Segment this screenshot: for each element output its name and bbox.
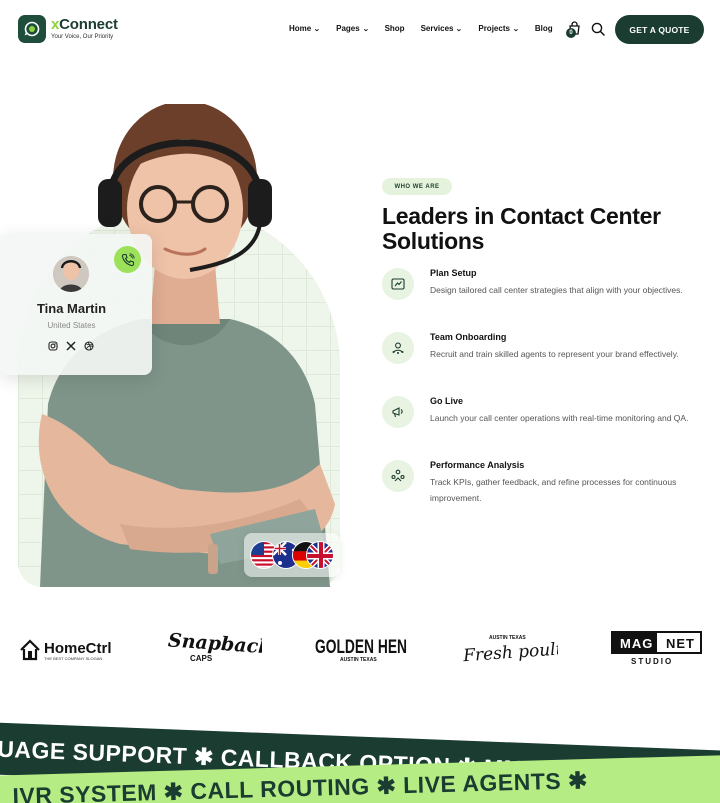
main-nav: Home ⌄ Pages ⌄ Shop Services ⌄ Projects ⌄ Bl… xyxy=(289,24,569,33)
step-description: Design tailored call center strategies t… xyxy=(430,285,683,295)
cart-count-badge: 0 xyxy=(566,28,576,38)
brand-name: GOLDEN HEN xyxy=(315,637,407,658)
analytics-icon xyxy=(382,460,414,492)
nav-blog[interactable]: Blog xyxy=(535,24,553,33)
logo[interactable]: xConnect Your Voice, Our Priority xyxy=(18,15,118,43)
brand-logo-golden-hen[interactable]: GOLDEN HEN AUSTIN TEXAS xyxy=(314,633,410,670)
brand-logo-fresh-poultry[interactable]: AUSTIN TEXAS Fresh poultry xyxy=(462,631,582,672)
call-button[interactable] xyxy=(114,246,141,273)
step-team-onboarding: Team Onboarding Recruit and train skille… xyxy=(382,332,702,372)
search-button[interactable] xyxy=(591,22,605,36)
profile-name: Tina Martin xyxy=(36,301,107,316)
chevron-down-icon: ⌄ xyxy=(455,25,463,33)
brand-slogan: THE BEST COMPANY SLOGAN xyxy=(44,656,102,661)
brand-logo-homectrl[interactable]: HomeCtrl THE BEST COMPANY SLOGAN xyxy=(19,636,112,667)
instagram-icon[interactable] xyxy=(48,341,58,351)
brand-name: Fresh poultry xyxy=(462,638,558,666)
brand-name: Snapback xyxy=(167,629,262,658)
partner-logos: HomeCtrl THE BEST COMPANY SLOGAN Snapbac… xyxy=(0,625,720,675)
brand-top: AUSTIN TEXAS xyxy=(489,635,526,641)
brand-right: NET xyxy=(666,636,695,651)
nav-home[interactable]: Home ⌄ xyxy=(289,24,321,33)
section-tag: WHO WE ARE xyxy=(382,178,452,195)
search-icon xyxy=(591,22,605,36)
step-title: Performance Analysis xyxy=(430,460,525,470)
megaphone-icon xyxy=(382,396,414,428)
section-heading: Leaders in Contact Center Solutions xyxy=(382,203,661,254)
logo-tagline: Your Voice, Our Priority xyxy=(51,34,114,40)
nav-pages[interactable]: Pages ⌄ xyxy=(336,24,370,33)
brand-sub: STUDIO xyxy=(631,657,673,666)
site-header: xConnect Your Voice, Our Priority Home ⌄ … xyxy=(0,0,720,58)
step-title: Plan Setup xyxy=(430,268,477,278)
x-icon[interactable] xyxy=(66,341,76,351)
cart-button[interactable]: 0 xyxy=(566,21,582,38)
step-title: Team Onboarding xyxy=(430,332,507,342)
get-a-quote-button[interactable]: GET A QUOTE xyxy=(615,15,704,44)
step-description: Recruit and train skilled agents to repr… xyxy=(430,349,679,359)
team-icon xyxy=(382,332,414,364)
nav-services[interactable]: Services ⌄ xyxy=(421,24,463,33)
step-description: Launch your call center operations with … xyxy=(430,413,689,423)
step-plan-setup: Plan Setup Design tailored call center s… xyxy=(382,268,702,308)
uk-flag xyxy=(306,541,334,569)
chevron-down-icon: ⌄ xyxy=(313,25,321,33)
brand-sub: CAPS xyxy=(190,654,213,663)
chevron-down-icon: ⌄ xyxy=(362,25,370,33)
step-performance-analysis: Performance Analysis Track KPIs, gather … xyxy=(382,460,702,510)
profile-social-links xyxy=(48,341,94,351)
step-go-live: Go Live Launch your call center operatio… xyxy=(382,396,702,446)
avatar xyxy=(53,256,89,292)
brand-logo-snapback[interactable]: Snapback CAPS xyxy=(166,629,272,670)
chevron-down-icon: ⌄ xyxy=(512,25,520,33)
step-description: Track KPIs, gather feedback, and refine … xyxy=(430,477,677,503)
brand-left: MAG xyxy=(620,636,653,651)
language-flags xyxy=(244,533,340,577)
nav-shop[interactable]: Shop xyxy=(385,24,405,33)
brand-sub: AUSTIN TEXAS xyxy=(340,657,377,663)
brand-name: HomeCtrl xyxy=(44,640,111,657)
profile-location: United States xyxy=(47,321,96,330)
ticker-text: IVR SYSTEM ✱ CALL ROUTING ✱ LIVE AGENTS … xyxy=(12,767,589,803)
dribbble-icon[interactable] xyxy=(84,341,94,351)
plan-icon xyxy=(382,268,414,300)
logo-mark-icon xyxy=(18,15,46,43)
brand-logo-magnet[interactable]: MAG NET STUDIO xyxy=(611,631,703,672)
phone-icon xyxy=(121,252,135,266)
logo-name: xConnect xyxy=(51,16,118,33)
step-title: Go Live xyxy=(430,396,464,406)
nav-projects[interactable]: Projects ⌄ xyxy=(478,24,520,33)
